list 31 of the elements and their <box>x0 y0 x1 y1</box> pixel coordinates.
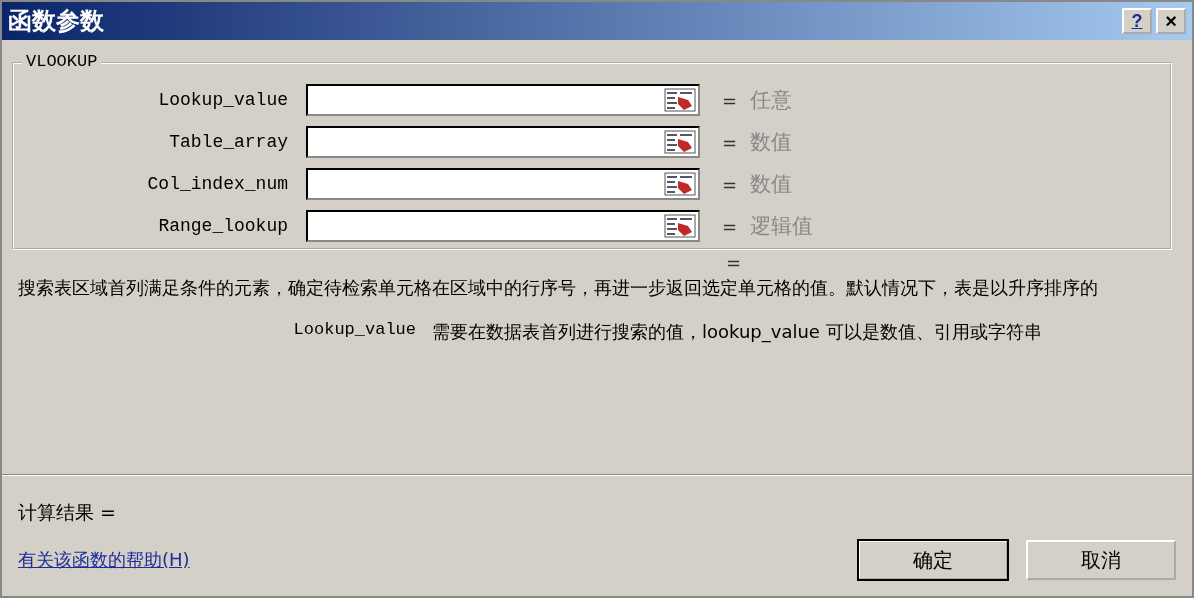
type-hint: 逻辑值 <box>750 213 813 240</box>
type-hint: 任意 <box>750 87 792 114</box>
equals-sign: = <box>722 131 739 153</box>
argument-name: Lookup_value <box>292 320 417 341</box>
argument-label: Col_index_num <box>146 174 289 194</box>
close-button[interactable]: × <box>1156 8 1186 34</box>
window-title: 函数参数 <box>8 6 104 37</box>
equals-sign: = <box>722 89 739 111</box>
ok-button[interactable]: 确定 <box>858 540 1008 580</box>
formula-result: 计算结果 = <box>18 500 117 525</box>
help-link[interactable]: 有关该函数的帮助(H) <box>18 548 190 572</box>
input-field[interactable] <box>306 126 700 158</box>
range-select-icon[interactable] <box>664 130 696 154</box>
argument-label: Table_array <box>168 132 289 152</box>
equals-sign: = <box>722 215 739 237</box>
range-select-icon[interactable] <box>664 88 696 112</box>
input-field[interactable] <box>306 84 700 116</box>
equals-sign: = <box>722 173 739 195</box>
equals-sign: = <box>726 251 743 273</box>
argument-label: Range_lookup <box>157 216 289 236</box>
function-description: 搜索表区域首列满足条件的元素，确定待检索单元格在区域中的行序号，再进一步返回选定单元格的值。默认情况下，表是以升序排序的 <box>18 276 1099 300</box>
range-select-icon[interactable] <box>664 214 696 238</box>
argument-label: Lookup_value <box>157 90 289 110</box>
input-field[interactable] <box>306 168 700 200</box>
cancel-button[interactable]: 取消 <box>1026 540 1176 580</box>
help-button[interactable]: ? <box>1122 8 1152 34</box>
argument-description: 需要在数据表首列进行搜索的值，lookup_value 可以是数值、引用或字符串 <box>432 320 1043 344</box>
type-hint: 数值 <box>750 129 792 156</box>
range-select-icon[interactable] <box>664 172 696 196</box>
type-hint: 数值 <box>750 171 792 198</box>
input-field[interactable] <box>306 210 700 242</box>
